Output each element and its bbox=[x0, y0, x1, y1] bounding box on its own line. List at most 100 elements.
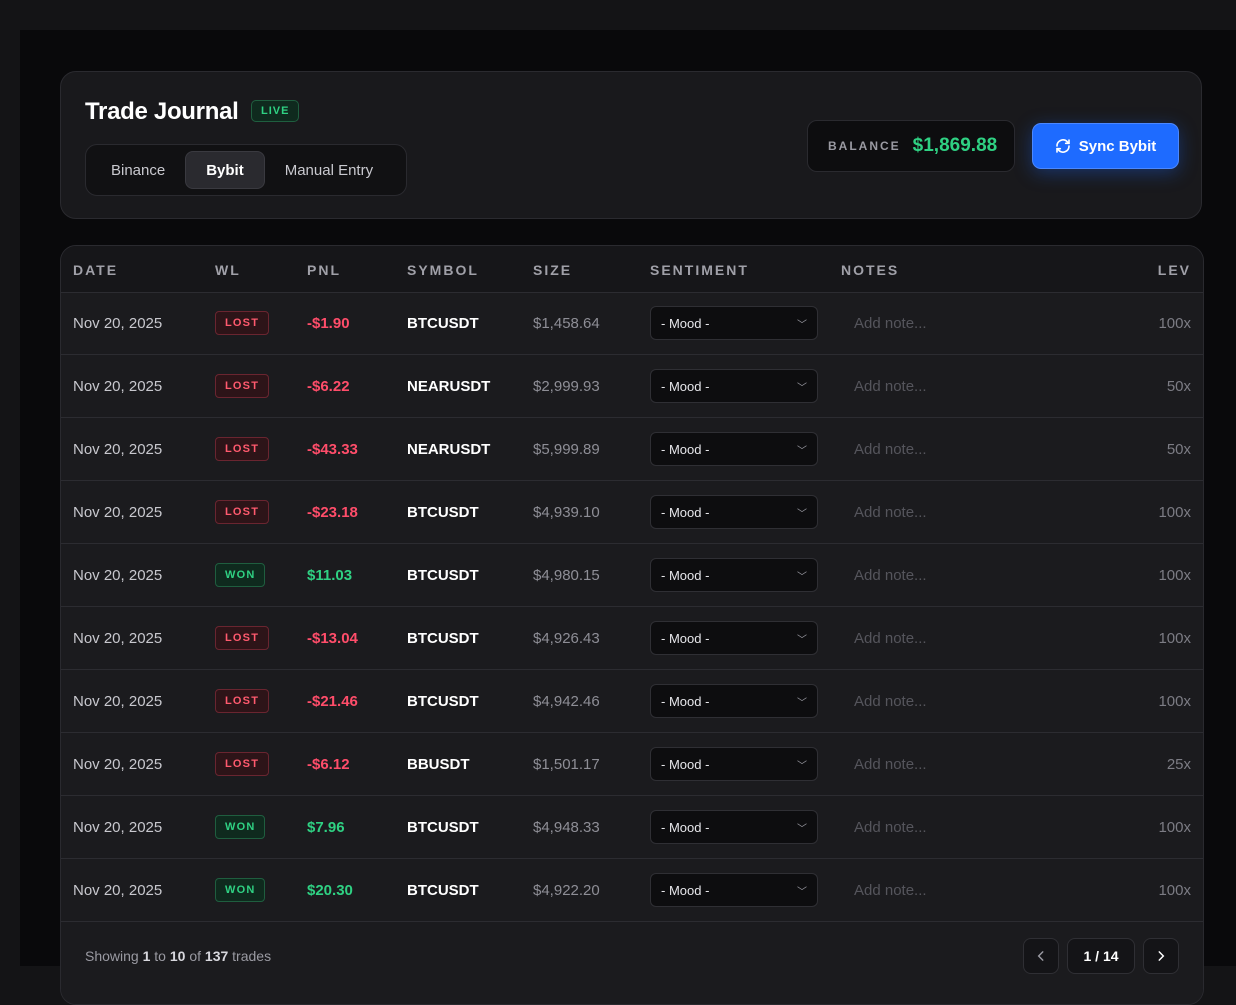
note-input[interactable]: Add note... bbox=[854, 733, 927, 795]
note-input[interactable]: Add note... bbox=[854, 859, 927, 921]
trade-symbol: NEARUSDT bbox=[407, 440, 491, 458]
table-row: Nov 20, 2025 WON $20.30 BTCUSDT $4,922.20 - M… bbox=[61, 859, 1203, 922]
mood-select[interactable]: - Mood - ﹀ bbox=[650, 810, 818, 844]
wl-cell: LOST bbox=[215, 355, 270, 417]
trade-symbol: BTCUSDT bbox=[407, 566, 479, 584]
trade-leverage: 50x bbox=[1166, 377, 1191, 395]
trade-date: Nov 20, 2025 bbox=[73, 440, 163, 458]
trade-date: Nov 20, 2025 bbox=[73, 755, 163, 773]
chevron-left-icon bbox=[1037, 951, 1044, 961]
wl-badge: LOST bbox=[215, 689, 270, 713]
table-row: Nov 20, 2025 LOST -$13.04 BTCUSDT $4,926.43 -… bbox=[61, 607, 1203, 670]
mood-select-value: - Mood - bbox=[661, 693, 710, 709]
page-indicator: 1 / 14 bbox=[1067, 938, 1135, 974]
trade-pnl: $11.03 bbox=[307, 566, 353, 584]
chevron-down-icon: ﹀ bbox=[797, 760, 807, 772]
column-header-sentiment: SENTIMENT bbox=[650, 262, 749, 278]
prev-page-button[interactable] bbox=[1023, 938, 1059, 974]
tab-bybit[interactable]: Bybit bbox=[185, 151, 265, 189]
mood-select[interactable]: - Mood - ﹀ bbox=[650, 306, 818, 340]
wl-badge: LOST bbox=[215, 437, 270, 461]
note-input[interactable]: Add note... bbox=[854, 292, 927, 354]
wl-cell: WON bbox=[215, 859, 266, 921]
note-input[interactable]: Add note... bbox=[854, 796, 927, 858]
table-row: Nov 20, 2025 WON $11.03 BTCUSDT $4,980.15 - M… bbox=[61, 544, 1203, 607]
note-input[interactable]: Add note... bbox=[854, 544, 927, 606]
next-page-button[interactable] bbox=[1143, 938, 1179, 974]
tab-manual-entry[interactable]: Manual Entry bbox=[265, 151, 393, 189]
mood-select[interactable]: - Mood - ﹀ bbox=[650, 621, 818, 655]
mood-select[interactable]: - Mood - ﹀ bbox=[650, 747, 818, 781]
showing-suffix: trades bbox=[232, 948, 272, 964]
tab-binance[interactable]: Binance bbox=[91, 151, 185, 189]
live-badge: LIVE bbox=[251, 100, 300, 122]
mood-select-value: - Mood - bbox=[661, 378, 710, 394]
trade-size: $1,501.17 bbox=[533, 755, 600, 773]
mood-select-value: - Mood - bbox=[661, 504, 710, 520]
trade-size: $4,939.10 bbox=[533, 503, 600, 521]
sync-button-label: Sync Bybit bbox=[1078, 137, 1157, 155]
wl-badge: LOST bbox=[215, 311, 270, 335]
note-input[interactable]: Add note... bbox=[854, 355, 927, 417]
of-word: of bbox=[189, 948, 202, 964]
mood-select-value: - Mood - bbox=[661, 882, 710, 898]
mood-select[interactable]: - Mood - ﹀ bbox=[650, 495, 818, 529]
wl-cell: LOST bbox=[215, 670, 270, 732]
chevron-down-icon: ﹀ bbox=[797, 445, 807, 457]
trade-size: $4,922.20 bbox=[533, 881, 600, 899]
wl-badge: LOST bbox=[215, 374, 270, 398]
column-header-notes: NOTES bbox=[841, 262, 900, 278]
trade-symbol: BTCUSDT bbox=[407, 503, 479, 521]
trade-symbol: BTCUSDT bbox=[407, 314, 479, 332]
note-input[interactable]: Add note... bbox=[854, 607, 927, 669]
chevron-down-icon: ﹀ bbox=[797, 634, 807, 646]
note-input[interactable]: Add note... bbox=[854, 481, 927, 543]
mood-select[interactable]: - Mood - ﹀ bbox=[650, 369, 818, 403]
trade-pnl: -$23.18 bbox=[307, 503, 358, 521]
wl-cell: WON bbox=[215, 544, 266, 606]
table-row: Nov 20, 2025 LOST -$6.12 BBUSDT $1,501.17 - M… bbox=[61, 733, 1203, 796]
wl-badge: LOST bbox=[215, 626, 270, 650]
trade-pnl: -$1.90 bbox=[307, 314, 350, 332]
trade-pnl: -$6.22 bbox=[307, 377, 350, 395]
mood-select[interactable]: - Mood - ﹀ bbox=[650, 432, 818, 466]
trade-pnl: -$43.33 bbox=[307, 440, 358, 458]
mood-select-value: - Mood - bbox=[661, 315, 710, 331]
header-card: Trade Journal LIVE Binance Bybit Manual … bbox=[60, 71, 1202, 219]
wl-badge: WON bbox=[215, 878, 266, 902]
note-input[interactable]: Add note... bbox=[854, 670, 927, 732]
trade-leverage: 100x bbox=[1158, 503, 1191, 521]
refresh-icon bbox=[1055, 139, 1070, 153]
wl-badge: WON bbox=[215, 563, 266, 587]
column-header-symbol: SYMBOL bbox=[407, 262, 479, 278]
sync-bybit-button[interactable]: Sync Bybit bbox=[1032, 123, 1179, 169]
trade-leverage: 100x bbox=[1158, 692, 1191, 710]
trade-size: $4,948.33 bbox=[533, 818, 600, 836]
trade-size: $5,999.89 bbox=[533, 440, 600, 458]
mood-select-value: - Mood - bbox=[661, 630, 710, 646]
wl-cell: LOST bbox=[215, 292, 270, 354]
mood-select-value: - Mood - bbox=[661, 819, 710, 835]
trade-leverage: 100x bbox=[1158, 881, 1191, 899]
total-count: 137 bbox=[204, 948, 229, 964]
trade-symbol: BBUSDT bbox=[407, 755, 470, 773]
trade-date: Nov 20, 2025 bbox=[73, 692, 163, 710]
trade-date: Nov 20, 2025 bbox=[73, 881, 163, 899]
trade-date: Nov 20, 2025 bbox=[73, 377, 163, 395]
balance-box: BALANCE $1,869.88 bbox=[807, 120, 1015, 172]
mood-select[interactable]: - Mood - ﹀ bbox=[650, 873, 818, 907]
trade-leverage: 25x bbox=[1166, 755, 1191, 773]
trade-date: Nov 20, 2025 bbox=[73, 818, 163, 836]
trades-table: DATE WL PNL SYMBOL SIZE SENTIMENT NOTES … bbox=[60, 245, 1204, 1005]
trade-date: Nov 20, 2025 bbox=[73, 629, 163, 647]
mood-select[interactable]: - Mood - ﹀ bbox=[650, 558, 818, 592]
trade-leverage: 100x bbox=[1158, 566, 1191, 584]
wl-badge: LOST bbox=[215, 752, 270, 776]
trade-symbol: BTCUSDT bbox=[407, 818, 479, 836]
trade-leverage: 100x bbox=[1158, 314, 1191, 332]
wl-cell: LOST bbox=[215, 733, 270, 795]
trade-symbol: NEARUSDT bbox=[407, 377, 491, 395]
note-input[interactable]: Add note... bbox=[854, 418, 927, 480]
mood-select[interactable]: - Mood - ﹀ bbox=[650, 684, 818, 718]
chevron-down-icon: ﹀ bbox=[797, 571, 807, 583]
